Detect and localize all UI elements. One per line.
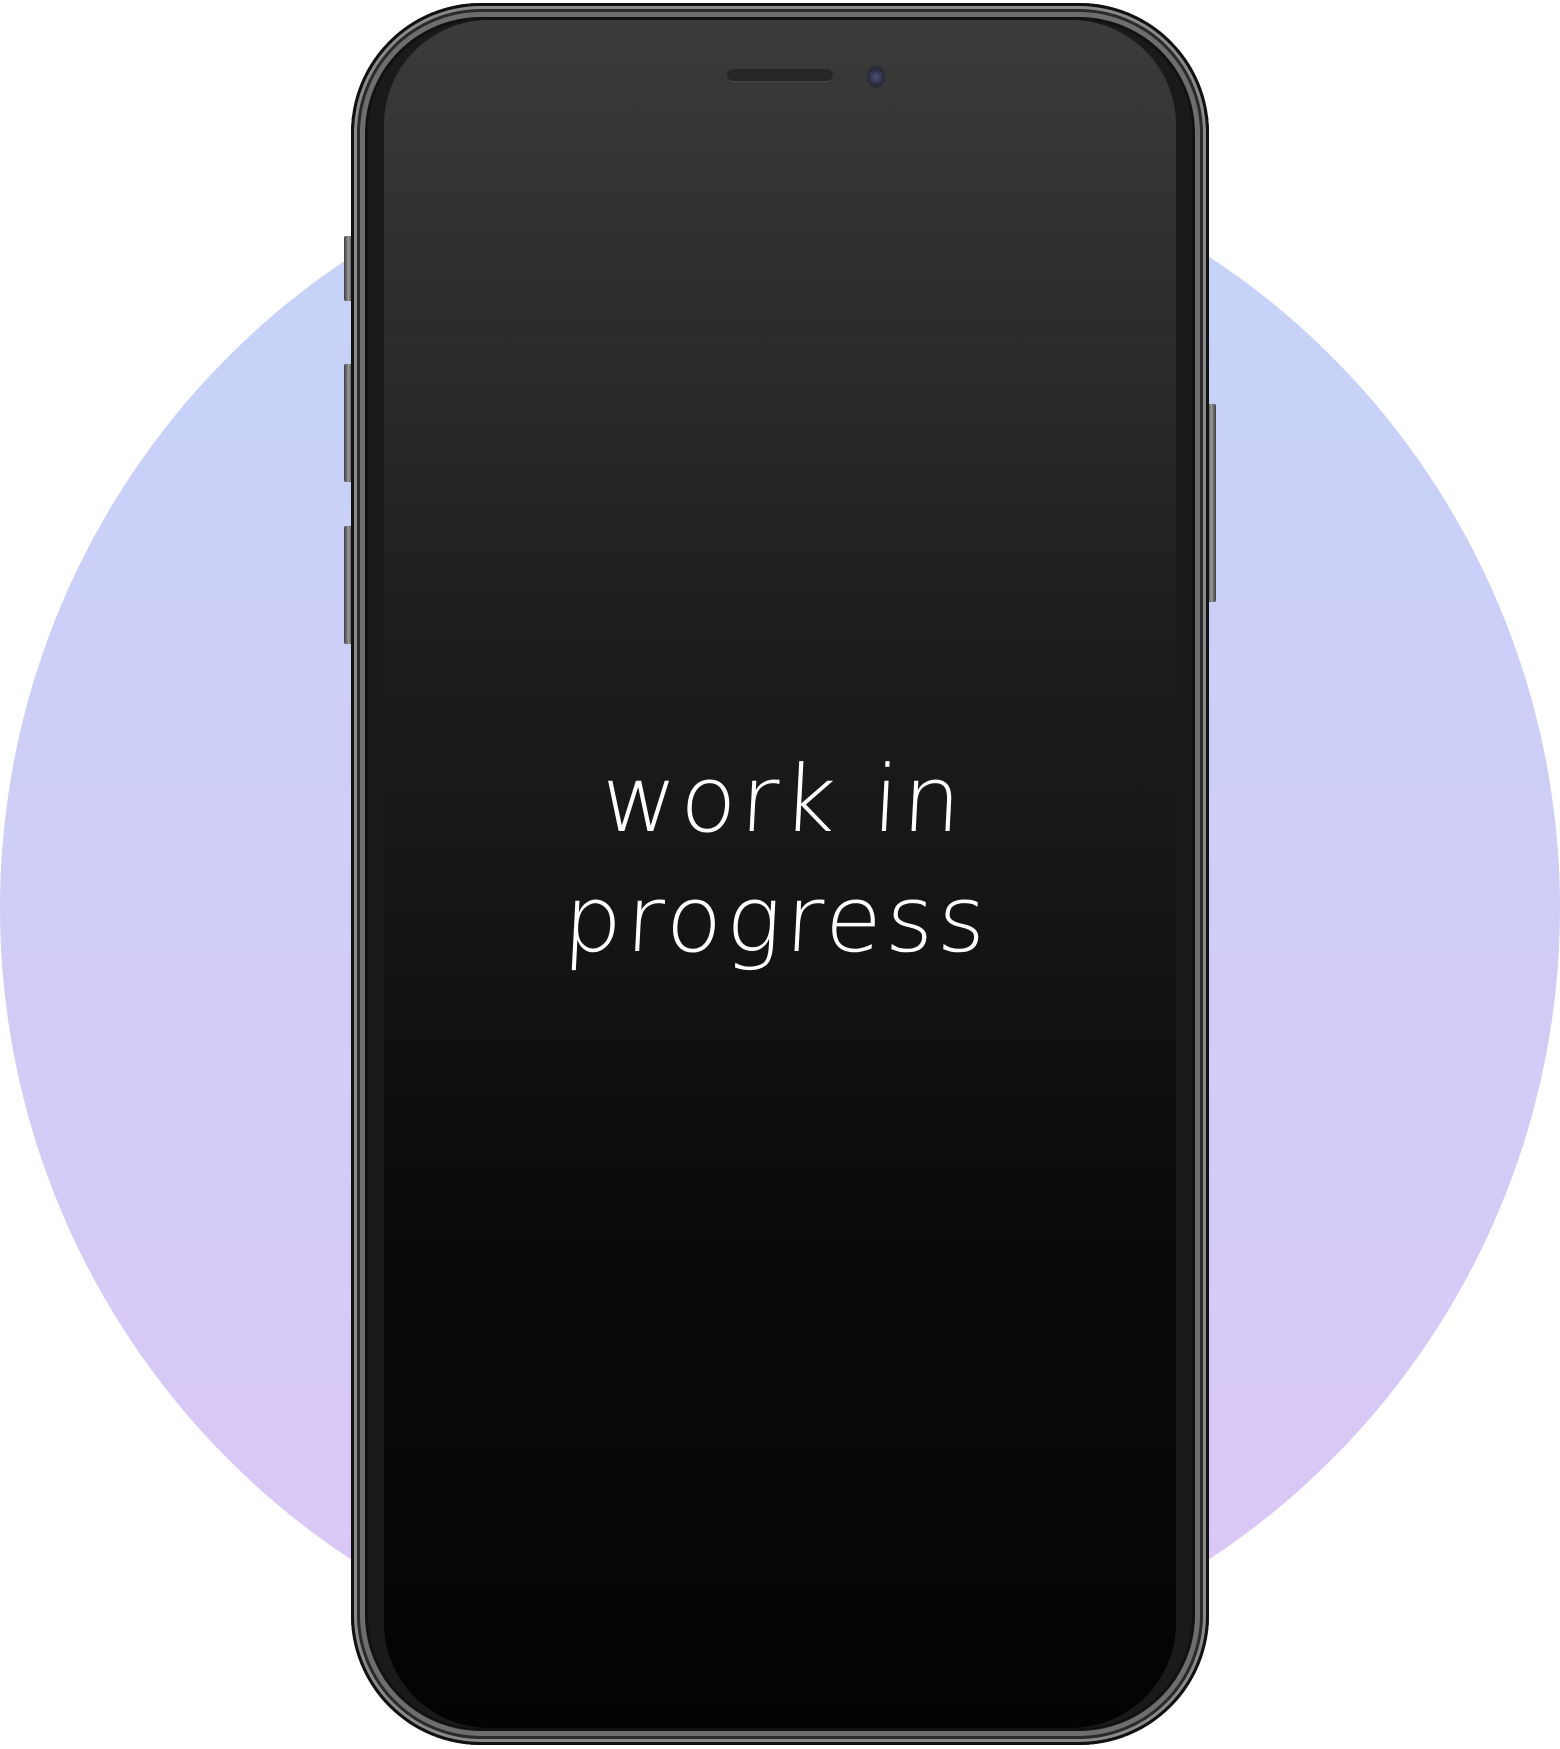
- work-in-progress-message: work in progress: [384, 740, 1176, 980]
- message-line-1: work in: [598, 746, 968, 853]
- phone-screen: work in progress: [384, 20, 1176, 1728]
- message-line-2: progress: [561, 866, 993, 973]
- phone-mockup: work in progress: [351, 3, 1209, 1745]
- speaker-grille: [727, 69, 833, 81]
- front-camera-icon: [867, 66, 885, 88]
